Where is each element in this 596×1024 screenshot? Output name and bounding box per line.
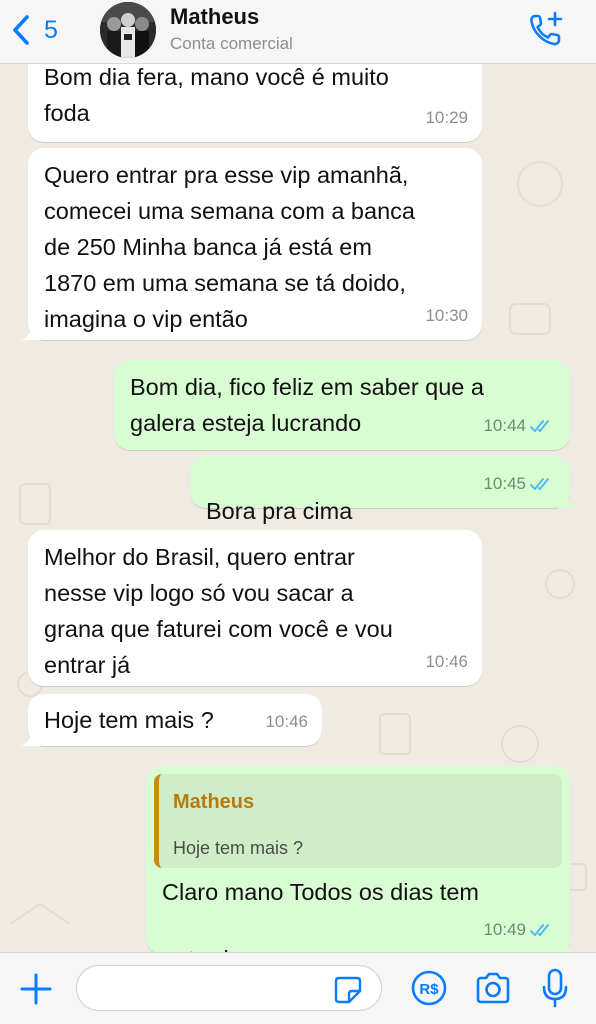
- chat-header: 5 Matheus Conta comercial: [0, 0, 596, 64]
- message-incoming[interactable]: Bom dia fera, mano você é muito foda 10:…: [28, 64, 482, 142]
- avatar[interactable]: [100, 2, 156, 58]
- message-outgoing[interactable]: Bora pra cima 10:45: [190, 456, 578, 561]
- message-text: Melhor do Brasil, quero entrar nesse vip…: [44, 544, 393, 678]
- message-input[interactable]: [95, 974, 335, 1004]
- message-text: Bom dia fera, mano você é muito foda: [44, 64, 389, 126]
- quoted-text: Hoje tem mais ?: [173, 838, 304, 858]
- person-gesturing-no-icon: [257, 910, 296, 952]
- message-outgoing[interactable]: Matheus Hoje tem mais ? Claro mano Todos…: [146, 766, 574, 952]
- contact-name[interactable]: Matheus: [170, 4, 259, 30]
- double-check-icon: [530, 420, 549, 432]
- chat-area[interactable]: Bom dia fera, mano você é muito foda 10:…: [0, 64, 596, 952]
- microphone-icon[interactable]: [540, 967, 570, 1009]
- payment-icon[interactable]: R$: [410, 969, 448, 1007]
- message-outgoing[interactable]: Bom dia, fico feliz em saber que a galer…: [114, 360, 570, 450]
- message-time: 10:29: [425, 108, 468, 127]
- chevron-left-icon: [13, 15, 29, 45]
- contact-photo: [100, 2, 156, 58]
- message-incoming[interactable]: Melhor do Brasil, quero entrar nesse vip…: [28, 530, 482, 686]
- message-text: Bora pra cima: [206, 498, 353, 524]
- bubble-tail: [558, 934, 574, 952]
- camera-icon[interactable]: [474, 971, 512, 1005]
- message-time: 10:30: [425, 306, 468, 325]
- svg-text:R$: R$: [419, 981, 439, 998]
- bubble-tail: [558, 488, 578, 508]
- unread-count: 5: [44, 15, 58, 44]
- message-text: Quero entrar pra esse vip amanhã, comece…: [44, 162, 415, 332]
- message-time: 10:46: [265, 712, 308, 731]
- message-time: 10:46: [425, 652, 468, 671]
- phone-add-icon[interactable]: [526, 10, 566, 50]
- money-mouth-face-icon: [301, 910, 340, 952]
- quoted-author: Matheus: [173, 791, 255, 813]
- quoted-message[interactable]: Matheus Hoje tem mais ?: [154, 774, 562, 868]
- double-check-icon: [530, 478, 549, 490]
- message-input-bar: R$: [0, 952, 596, 1024]
- message-time: 10:45: [483, 474, 526, 493]
- back-button[interactable]: 5: [10, 10, 58, 50]
- plus-icon[interactable]: [18, 971, 54, 1007]
- sticker-icon[interactable]: [333, 975, 363, 1005]
- contact-subtitle: Conta comercial: [170, 34, 293, 53]
- bubble-tail: [20, 320, 40, 340]
- double-check-icon: [530, 924, 549, 936]
- message-incoming[interactable]: Quero entrar pra esse vip amanhã, comece…: [20, 148, 482, 340]
- bubble-tail: [20, 726, 40, 746]
- message-time: 10:44: [483, 416, 526, 435]
- message-time: 10:49: [483, 920, 526, 939]
- message-incoming[interactable]: Hoje tem mais ? 10:46: [20, 694, 322, 746]
